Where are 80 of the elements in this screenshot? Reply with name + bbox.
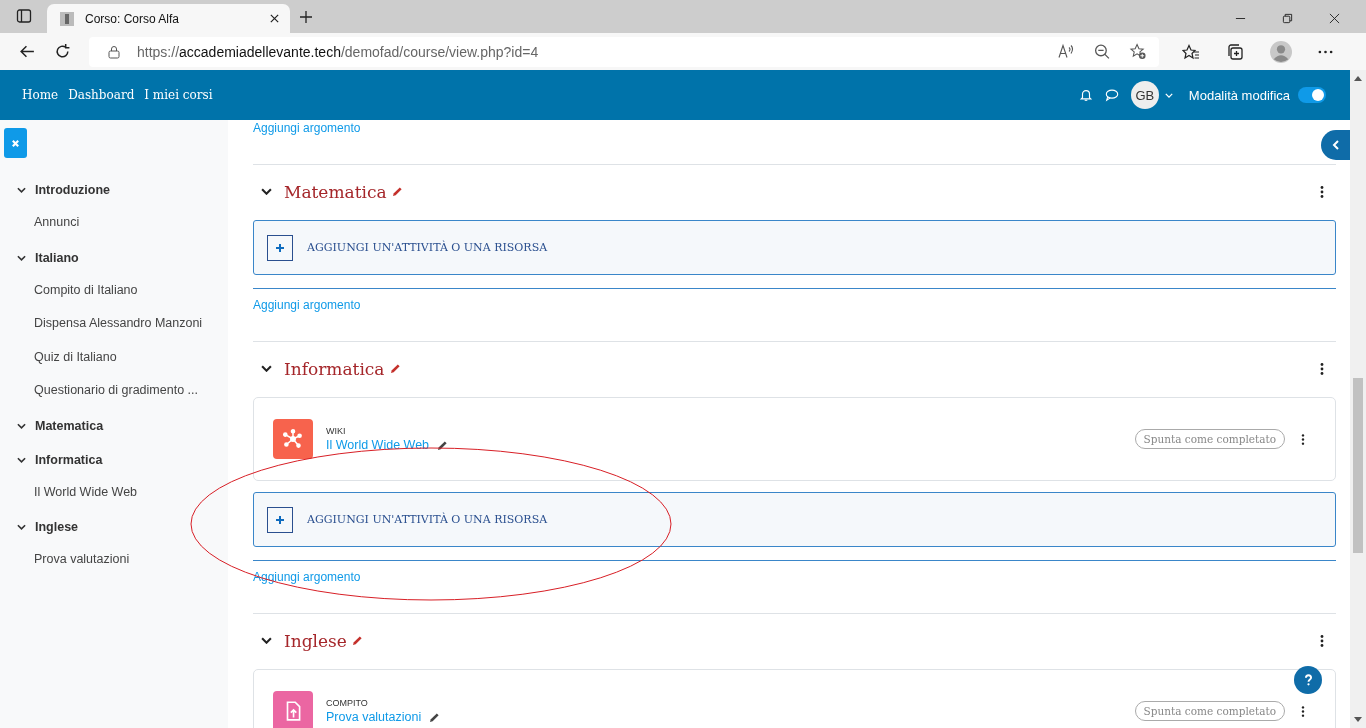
edit-mode-switch[interactable] xyxy=(1298,87,1326,103)
scroll-down-icon[interactable] xyxy=(1354,717,1362,722)
scrollbar[interactable] xyxy=(1350,70,1366,728)
address-bar[interactable]: https://accademiadellevante.tech/demofad/course/view.php?id=4 xyxy=(89,36,1159,67)
bell-icon[interactable] xyxy=(1078,88,1093,102)
scrollbar-thumb[interactable] xyxy=(1353,378,1363,553)
url-text: https://accademiadellevante.tech/demofad/course/view.php?id=4 xyxy=(137,43,539,60)
section-link[interactable]: Introduzione xyxy=(35,183,110,197)
caret-icon[interactable] xyxy=(1164,92,1173,98)
help-button[interactable] xyxy=(1294,666,1322,694)
plus-icon xyxy=(275,242,285,253)
kebab-menu-icon[interactable] xyxy=(1320,362,1324,375)
add-activity-button[interactable]: AGGIUNGI UN'ATTIVITÀ O UNA RISORSA xyxy=(253,220,1336,275)
favorites-icon[interactable] xyxy=(1182,42,1200,61)
section-link[interactable]: Matematica xyxy=(35,418,104,433)
zoom-out-icon[interactable] xyxy=(1093,43,1111,60)
browser-tab[interactable]: Corso: Corso Alfa xyxy=(47,4,290,33)
chat-icon[interactable] xyxy=(1104,88,1119,102)
chevron-icon[interactable] xyxy=(261,637,272,644)
section-link[interactable]: Informatica xyxy=(35,452,103,467)
plus-icon xyxy=(275,514,285,525)
collections-icon[interactable] xyxy=(1226,42,1244,61)
activity-link[interactable]: Il World Wide Web xyxy=(4,484,228,502)
edit-mode-label: Modalità modifica xyxy=(1188,87,1290,103)
close-drawer-button[interactable] xyxy=(4,128,27,158)
nav-link[interactable]: Dashboard xyxy=(68,88,135,102)
add-favorite-icon[interactable] xyxy=(1129,43,1147,60)
pencil-icon[interactable] xyxy=(351,635,363,646)
activity-link[interactable]: Questionario di gradimento ... xyxy=(4,383,228,400)
activity-type: COMPITO xyxy=(326,698,369,708)
pencil-icon[interactable] xyxy=(429,711,441,723)
close-tab-icon[interactable] xyxy=(269,13,280,24)
tab-title: Corso: Corso Alfa xyxy=(85,11,181,26)
activity-link[interactable]: Annunci xyxy=(4,215,228,232)
reload-icon[interactable] xyxy=(54,43,71,60)
section-link[interactable]: Inglese xyxy=(35,520,79,534)
chevron-icon[interactable] xyxy=(17,422,26,429)
activity-type: WIKI xyxy=(326,426,347,436)
lock-icon xyxy=(108,44,120,59)
kebab-menu-icon[interactable] xyxy=(1301,705,1305,717)
profile-icon[interactable] xyxy=(1270,40,1292,63)
kebab-menu-icon[interactable] xyxy=(1320,185,1324,198)
nav-link[interactable]: I miei corsi xyxy=(144,88,213,102)
close-icon xyxy=(11,138,20,148)
back-icon[interactable] xyxy=(19,43,36,60)
activity-link[interactable]: Compito di Italiano xyxy=(4,282,228,300)
chevron-icon[interactable] xyxy=(17,254,26,261)
add-activity-button[interactable]: AGGIUNGI UN'ATTIVITÀ O UNA RISORSA xyxy=(253,492,1336,547)
chevron-icon[interactable] xyxy=(261,188,272,195)
activity-link[interactable]: Quiz di Italiano xyxy=(4,349,228,367)
activity-link[interactable]: Dispensa Alessandro Manzoni xyxy=(4,316,228,333)
scroll-up-icon[interactable] xyxy=(1354,76,1362,81)
chevron-icon[interactable] xyxy=(17,524,26,530)
pencil-icon[interactable] xyxy=(391,186,403,197)
tab-actions-icon[interactable] xyxy=(16,8,32,24)
activity-link[interactable]: Prova valutazioni xyxy=(4,552,228,569)
new-tab-icon[interactable] xyxy=(299,10,313,24)
kebab-menu-icon[interactable] xyxy=(1320,634,1324,647)
nav-link[interactable]: Home xyxy=(22,88,59,102)
section-title: Informatica xyxy=(284,358,385,379)
chevron-icon[interactable] xyxy=(17,187,26,193)
question-mark-icon xyxy=(1303,674,1313,686)
mark-complete-button[interactable]: Spunta come completato xyxy=(1134,429,1285,449)
site-favicon-icon xyxy=(59,10,75,27)
chevron-left-icon xyxy=(1331,140,1340,150)
kebab-menu-icon[interactable] xyxy=(1301,433,1305,445)
section-title: Inglese xyxy=(284,630,347,651)
open-drawer-button[interactable] xyxy=(1321,130,1350,160)
more-icon[interactable] xyxy=(1318,49,1333,54)
close-window-icon[interactable] xyxy=(1329,13,1340,24)
mark-complete-button[interactable]: Spunta come completato xyxy=(1134,701,1285,721)
restore-icon[interactable] xyxy=(1282,13,1293,24)
pencil-icon[interactable] xyxy=(437,439,449,451)
chevron-icon[interactable] xyxy=(17,456,26,463)
read-aloud-icon[interactable] xyxy=(1057,43,1075,60)
section-link[interactable]: Italiano xyxy=(35,250,79,265)
user-avatar[interactable]: GB xyxy=(1130,81,1159,109)
pencil-icon[interactable] xyxy=(389,363,401,374)
chevron-icon[interactable] xyxy=(261,365,272,372)
section-title: Matematica xyxy=(284,181,387,202)
